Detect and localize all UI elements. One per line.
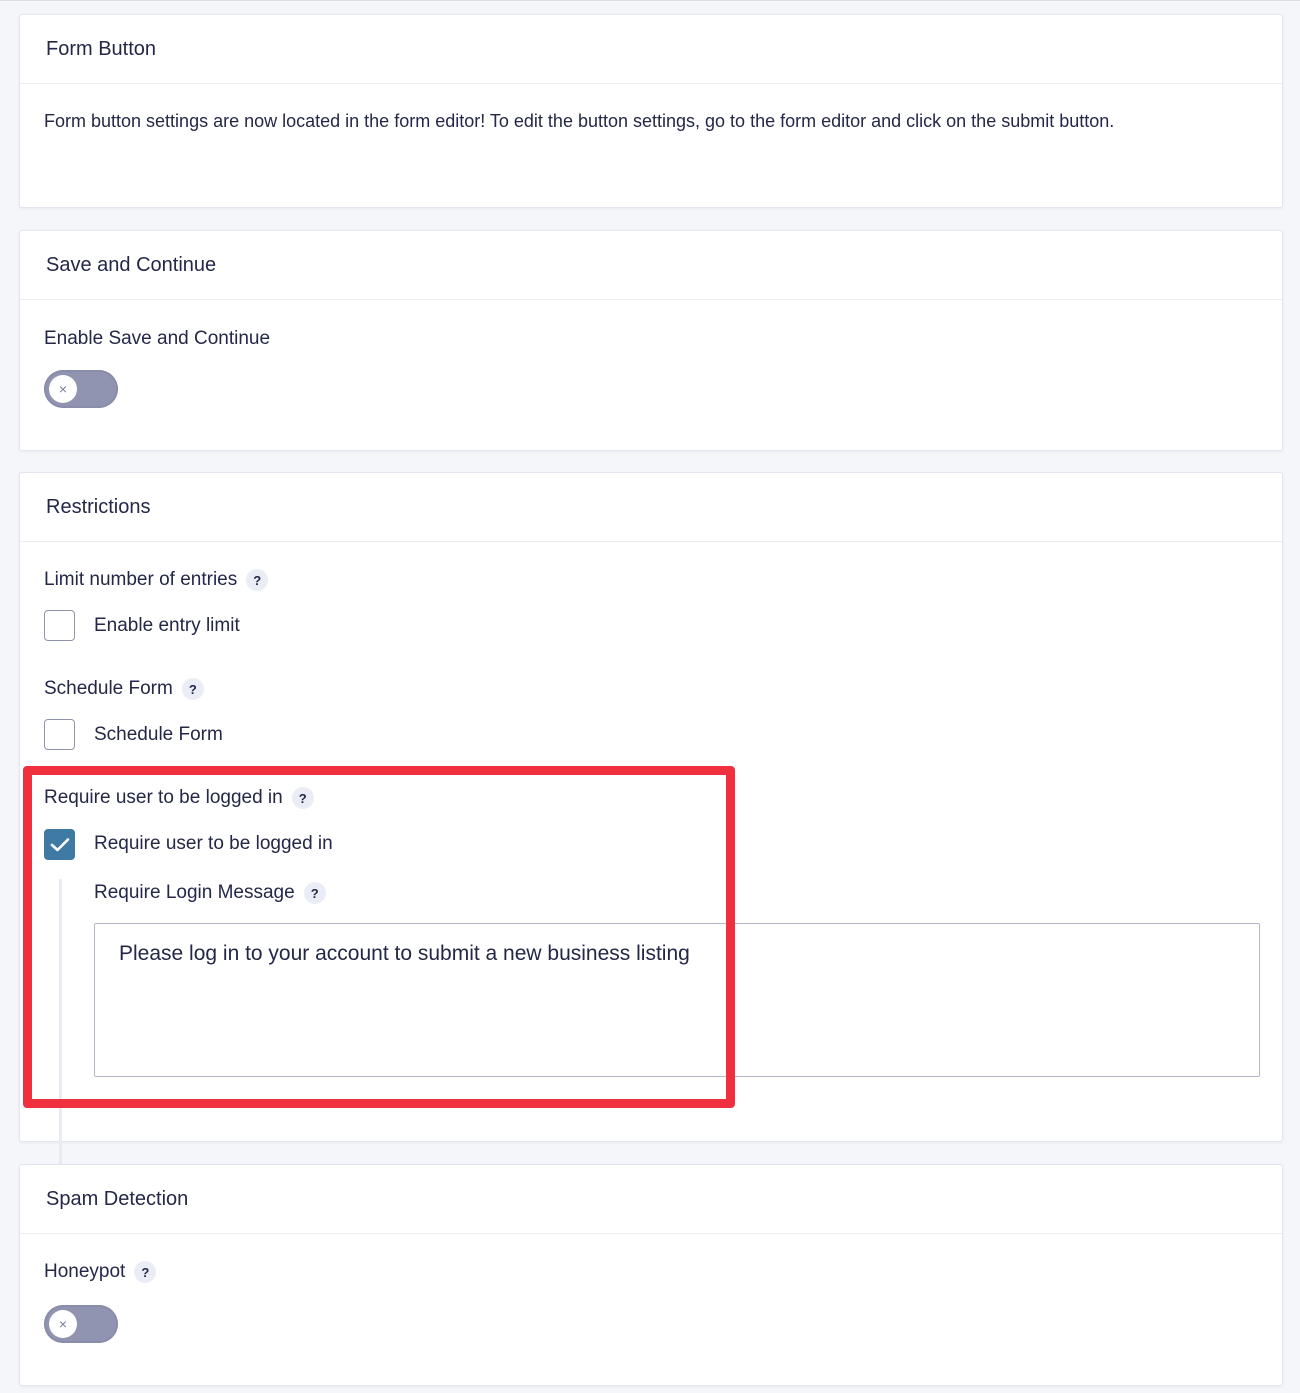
panel-title: Restrictions xyxy=(20,473,1282,542)
limit-entries-label: Limit number of entries ? xyxy=(44,569,269,591)
entry-limit-checkbox-label[interactable]: Enable entry limit xyxy=(94,615,240,637)
help-icon[interactable]: ? xyxy=(246,569,269,591)
check-icon xyxy=(50,837,69,851)
spam-detection-panel: Spam Detection Honeypot ? × xyxy=(19,1164,1283,1386)
honeypot-toggle[interactable]: × xyxy=(44,1305,118,1343)
help-icon[interactable]: ? xyxy=(291,787,314,809)
schedule-form-checkbox[interactable] xyxy=(44,719,75,750)
require-login-checkbox[interactable] xyxy=(44,829,75,860)
close-icon: × xyxy=(49,375,77,403)
help-icon[interactable]: ? xyxy=(181,678,204,700)
form-button-panel: Form Button Form button settings are now… xyxy=(19,14,1283,208)
entry-limit-checkbox[interactable] xyxy=(44,610,75,641)
panel-title: Save and Continue xyxy=(20,231,1282,300)
form-button-description: Form button settings are now located in … xyxy=(44,111,1115,131)
require-login-checkbox-label[interactable]: Require user to be logged in xyxy=(94,833,333,855)
login-message-label: Require Login Message ? xyxy=(94,882,326,904)
save-continue-toggle[interactable]: × xyxy=(44,370,118,408)
restrictions-panel: Restrictions Limit number of entries ? E… xyxy=(19,472,1283,1164)
panel-title: Form Button xyxy=(20,15,1282,84)
help-icon[interactable]: ? xyxy=(134,1261,157,1283)
limit-entries-text: Limit number of entries xyxy=(44,569,238,590)
panel-title: Spam Detection xyxy=(20,1165,1282,1234)
require-login-label: Require user to be logged in ? xyxy=(44,787,314,809)
schedule-form-checkbox-label[interactable]: Schedule Form xyxy=(94,724,223,746)
help-icon[interactable]: ? xyxy=(303,882,326,904)
login-message-text: Require Login Message xyxy=(94,882,295,903)
honeypot-label: Honeypot ? xyxy=(44,1261,157,1283)
schedule-form-text: Schedule Form xyxy=(44,678,173,699)
close-icon: × xyxy=(49,1310,77,1338)
require-login-text: Require user to be logged in xyxy=(44,787,283,808)
schedule-form-label: Schedule Form ? xyxy=(44,678,204,700)
save-continue-panel: Save and Continue Enable Save and Contin… xyxy=(19,230,1283,451)
indent-divider xyxy=(59,879,62,1164)
honeypot-text: Honeypot xyxy=(44,1261,126,1282)
login-message-textarea[interactable]: Please log in to your account to submit … xyxy=(94,923,1260,1077)
enable-save-continue-label: Enable Save and Continue xyxy=(44,328,271,349)
